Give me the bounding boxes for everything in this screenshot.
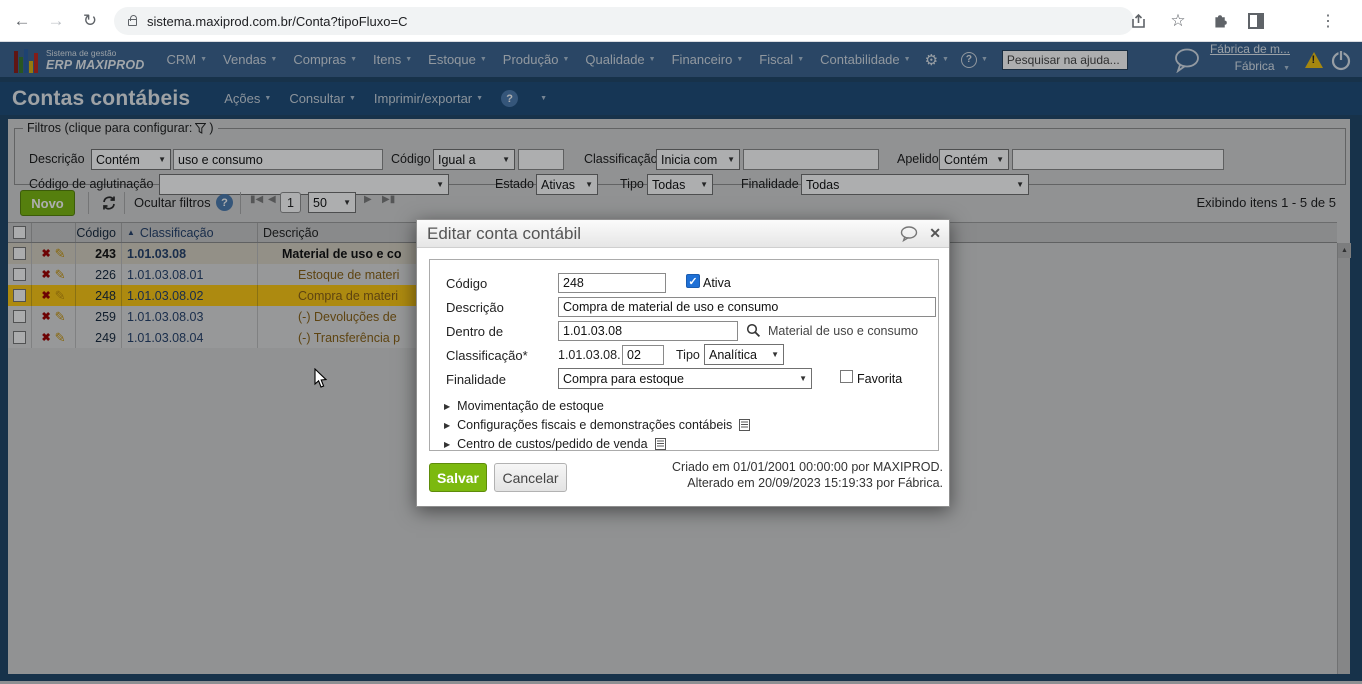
codigo-input[interactable]: 248 <box>558 273 666 293</box>
url-text[interactable]: sistema.maxiprod.com.br/Conta?tipoFluxo=… <box>147 14 407 29</box>
screen: ← → ↻ sistema.maxiprod.com.br/Conta?tipo… <box>0 0 1362 684</box>
label-descricao: Descrição <box>446 300 504 315</box>
finalidade-select[interactable]: Compra para estoque ▼ <box>558 368 812 389</box>
favorita-label: Favorita <box>857 372 903 386</box>
extensions-puzzle-icon[interactable] <box>1208 9 1232 33</box>
share-icon[interactable] <box>1126 9 1150 33</box>
chat-bubble-icon[interactable] <box>900 225 919 242</box>
dentro-de-ref: Material de uso e consumo <box>768 324 919 338</box>
label-codigo: Código <box>446 276 488 291</box>
bookmark-star-icon[interactable]: ☆ <box>1166 9 1190 33</box>
lock-icon <box>128 15 137 26</box>
side-panel-icon[interactable] <box>1244 9 1268 33</box>
search-icon[interactable] <box>746 323 761 338</box>
label-finalidade: Finalidade <box>446 372 506 387</box>
altered-text: Alterado em 20/09/2023 15:19:33 por Fábr… <box>687 475 943 490</box>
descricao-input[interactable]: Compra de material de uso e consumo <box>558 297 936 317</box>
section-label: Configurações fiscais e demonstrações co… <box>457 418 733 432</box>
modal-form-box: Código 248 ✓ Ativa Descrição Compra de m… <box>429 259 939 451</box>
back-icon[interactable]: ← <box>10 9 34 33</box>
created-text: Criado em 01/01/2001 00:00:00 por MAXIPR… <box>672 460 943 474</box>
ativa-label: Ativa <box>703 276 731 290</box>
list-icon <box>654 438 666 450</box>
section-label: Centro de custos/pedido de venda <box>457 437 648 451</box>
modal-title: Editar conta contábil <box>427 223 582 243</box>
section-label: Movimentação de estoque <box>457 399 604 413</box>
tipo-select[interactable]: Analítica ▼ <box>704 344 784 365</box>
forward-icon[interactable]: → <box>44 9 68 33</box>
chevron-right-icon: ▶ <box>444 420 451 430</box>
section-toggle[interactable]: ▶ Movimentação de estoque <box>444 399 604 413</box>
list-icon <box>739 419 751 431</box>
erp-page: Sistema de gestão ERP MAXIPROD CRM ▼ Venda… <box>0 42 1362 684</box>
ativa-checkbox[interactable]: ✓ <box>686 274 700 288</box>
dentro-de-input[interactable]: 1.01.03.08 <box>558 321 738 341</box>
classificacao-suffix-input[interactable]: 02 <box>622 345 664 365</box>
browser-chrome: ← → ↻ sistema.maxiprod.com.br/Conta?tipo… <box>0 0 1362 42</box>
audit-info: Criado em 01/01/2001 00:00:00 por MAXIPR… <box>672 460 943 491</box>
favorita-checkbox[interactable] <box>840 370 853 383</box>
salvar-button[interactable]: Salvar <box>429 463 487 492</box>
chevron-right-icon: ▶ <box>444 401 451 411</box>
modal-titlebar: Editar conta contábil <box>417 220 949 248</box>
mouse-cursor <box>314 368 328 388</box>
label-classificacao: Classificação* <box>446 348 528 363</box>
section-toggle[interactable]: ▶ Centro de custos/pedido de venda <box>444 437 666 451</box>
classificacao-prefix: 1.01.03.08. <box>558 348 621 362</box>
close-icon[interactable]: ✕ <box>929 225 941 242</box>
edit-account-modal: Editar conta contábil ✕ Código 248 ✓ Ati… <box>416 219 950 507</box>
cancelar-button[interactable]: Cancelar <box>494 463 567 492</box>
browser-menu-kebab-icon[interactable]: ⋮ <box>1316 9 1340 33</box>
reload-icon[interactable]: ↻ <box>78 9 102 33</box>
url-bar[interactable]: sistema.maxiprod.com.br/Conta?tipoFluxo=… <box>114 7 1134 35</box>
chevron-right-icon: ▶ <box>444 439 451 449</box>
label-dentro-de: Dentro de <box>446 324 504 339</box>
label-tipo: Tipo <box>676 348 700 362</box>
section-toggle[interactable]: ▶ Configurações fiscais e demonstrações c… <box>444 418 751 432</box>
